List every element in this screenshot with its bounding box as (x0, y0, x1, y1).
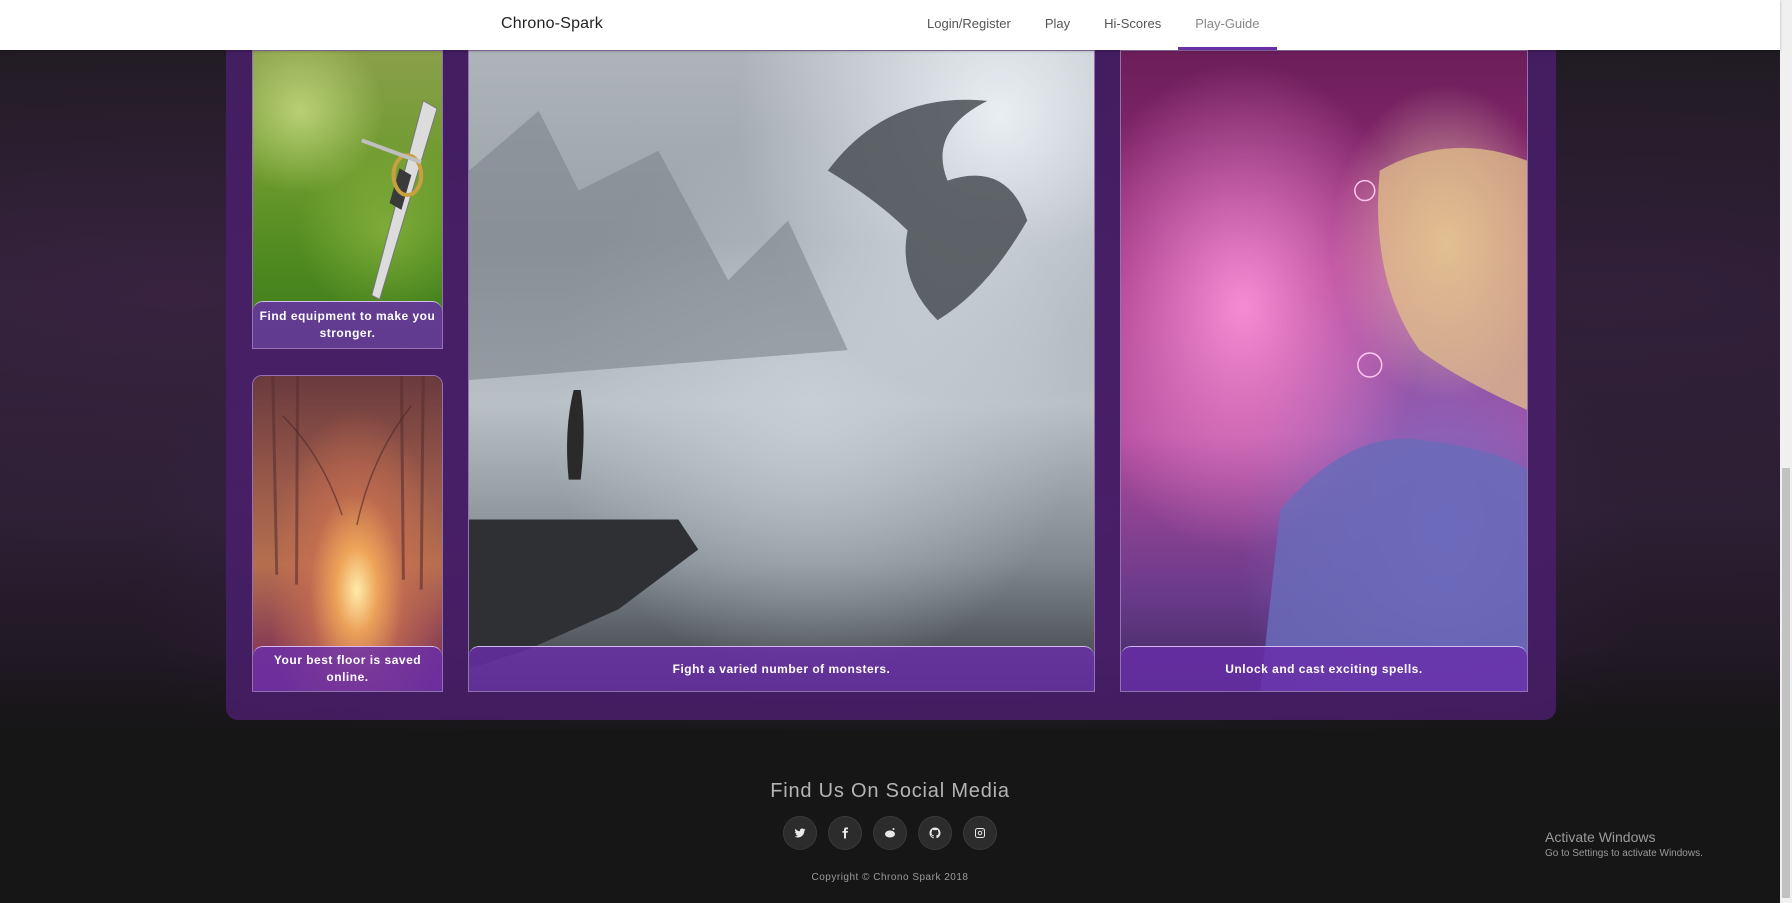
card-save-online: Your best floor is saved online. (252, 375, 443, 692)
page-scrollbar[interactable] (1780, 0, 1792, 903)
forest-path-image (253, 376, 442, 691)
navbar: Chrono-Spark Login/Register Play Hi-Scor… (0, 0, 1780, 50)
card-spells: Unlock and cast exciting spells. (1120, 50, 1528, 692)
instagram-icon (975, 828, 985, 838)
facebook-button[interactable] (828, 816, 862, 850)
brand-logo[interactable]: Chrono-Spark (501, 15, 603, 33)
social-links (783, 816, 997, 850)
card-equipment: Find equipment to make you stronger. (252, 50, 443, 349)
card-caption: Unlock and cast exciting spells. (1121, 646, 1527, 691)
card-caption: Find equipment to make you stronger. (253, 301, 442, 348)
activate-windows-title: Activate Windows (1545, 829, 1656, 845)
github-button[interactable] (918, 816, 952, 850)
nav-play-guide[interactable]: Play-Guide (1178, 0, 1277, 50)
card-monsters: Fight a varied number of monsters. (468, 50, 1095, 692)
activate-windows-subtitle: Go to Settings to activate Windows. (1545, 848, 1703, 859)
twitter-button[interactable] (783, 816, 817, 850)
facebook-icon (842, 827, 848, 839)
nav-hi-scores[interactable]: Hi-Scores (1087, 0, 1178, 50)
twitter-icon (794, 828, 806, 838)
reddit-button[interactable] (873, 816, 907, 850)
dragon-mountain-image (469, 51, 1094, 691)
footer-title: Find Us On Social Media (770, 780, 1010, 802)
card-caption: Your best floor is saved online. (253, 646, 442, 691)
nav-play[interactable]: Play (1028, 0, 1087, 50)
scrollbar-thumb[interactable] (1782, 468, 1790, 898)
github-icon (929, 827, 941, 839)
spell-caster-image (1121, 51, 1527, 691)
instagram-button[interactable] (963, 816, 997, 850)
reddit-icon (885, 828, 895, 838)
copyright-text: Copyright © Chrono Spark 2018 (811, 872, 969, 883)
nav-login-register[interactable]: Login/Register (910, 0, 1028, 50)
card-caption: Fight a varied number of monsters. (469, 646, 1094, 691)
nav-links: Login/Register Play Hi-Scores Play-Guide (910, 0, 1277, 50)
